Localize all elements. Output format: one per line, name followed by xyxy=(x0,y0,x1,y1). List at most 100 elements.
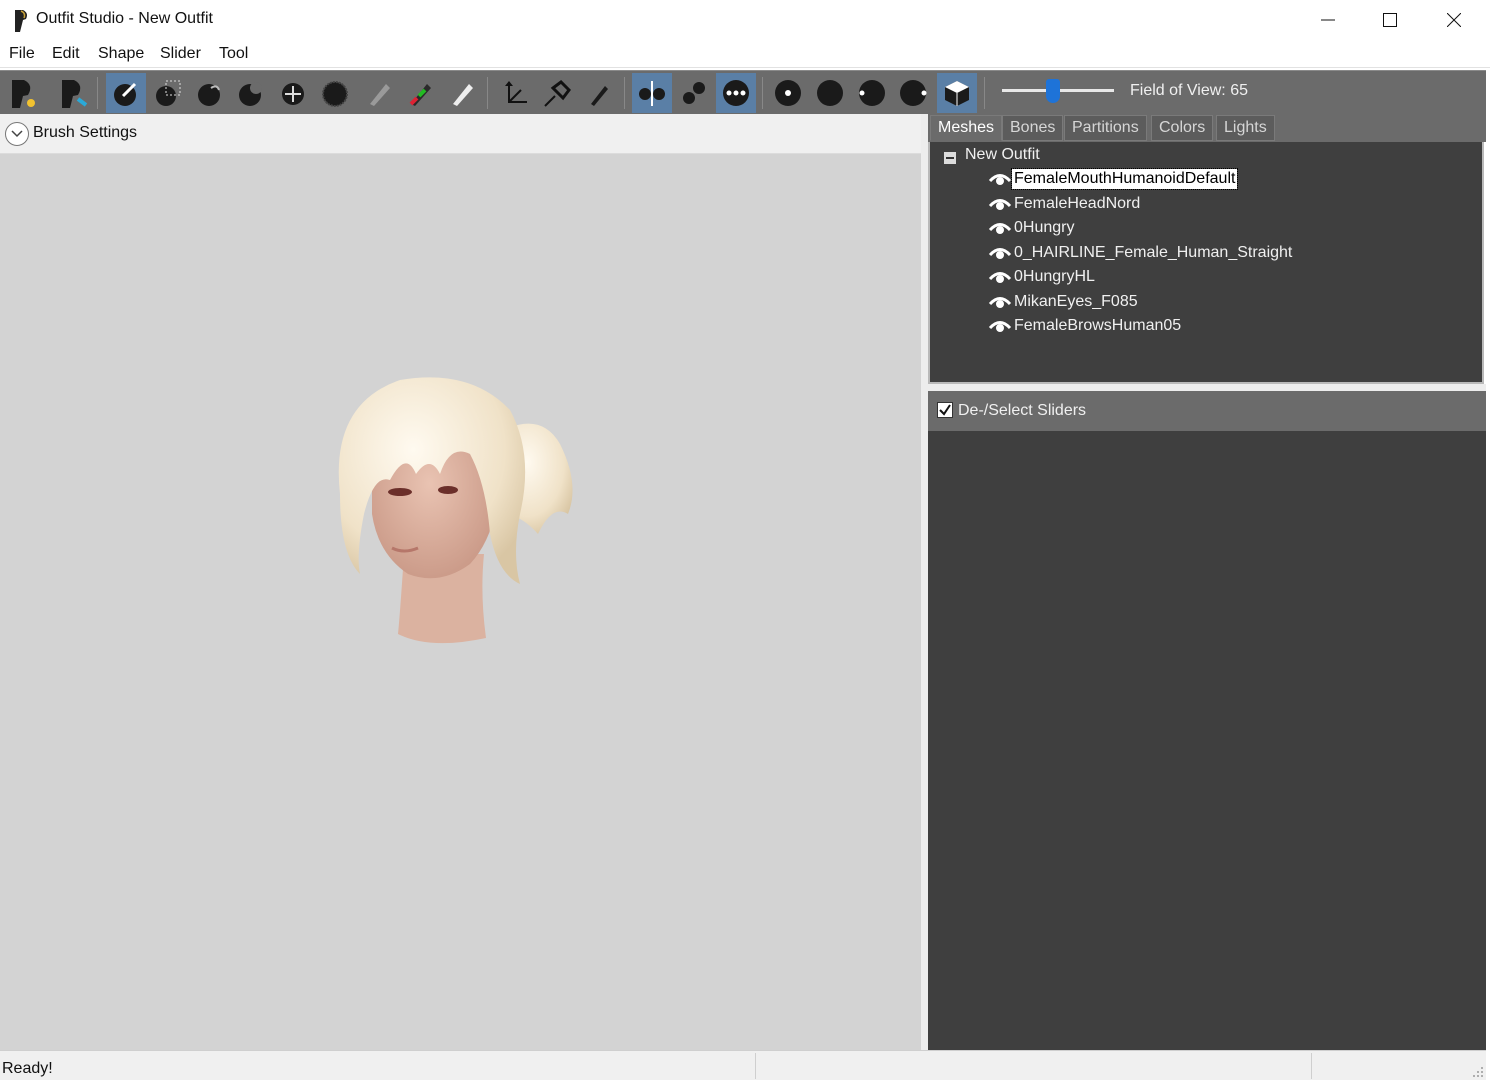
lighting-icon xyxy=(859,80,885,106)
brush-settings-label: Brush Settings xyxy=(33,124,138,141)
color-brush-button[interactable] xyxy=(400,73,440,113)
menu-bar: File Edit Shape Slider Tool xyxy=(0,40,1490,68)
select-brush-icon xyxy=(114,82,137,106)
menu-edit[interactable]: Edit xyxy=(52,45,80,63)
lighting-button[interactable] xyxy=(852,73,892,113)
field-of-view-slider-thumb[interactable] xyxy=(1046,79,1060,103)
smooth-brush-icon xyxy=(322,81,348,107)
select-brush-button[interactable] xyxy=(106,73,146,113)
3d-viewport[interactable] xyxy=(0,154,921,1050)
smooth-brush-button[interactable] xyxy=(315,73,355,113)
head-model xyxy=(338,377,573,644)
x-mirror-button[interactable] xyxy=(632,73,672,113)
move-brush-icon xyxy=(282,83,304,105)
tree-item-label: FemaleHeadNord xyxy=(1014,195,1141,212)
brush-settings-toggle[interactable] xyxy=(5,122,29,146)
maximize-icon xyxy=(1383,13,1397,27)
new-project-button[interactable] xyxy=(2,73,42,113)
status-bar: Ready! xyxy=(0,1050,1486,1080)
menu-tool[interactable]: Tool xyxy=(219,45,248,63)
inflate-brush-button[interactable] xyxy=(190,73,230,113)
view-cube-button[interactable] xyxy=(937,73,977,113)
alpha-brush-icon xyxy=(453,84,473,106)
move-brush-button[interactable] xyxy=(273,73,313,113)
field-of-view-label: Field of View: 65 xyxy=(1130,82,1248,99)
tab-meshes[interactable]: Meshes xyxy=(930,115,1003,141)
vertex-display-button[interactable] xyxy=(768,73,808,113)
toolbar xyxy=(0,70,1486,114)
slider-list[interactable] xyxy=(928,431,1486,1050)
tree-item-label: 0HungryHL xyxy=(1014,268,1095,285)
mask-brush-button[interactable] xyxy=(148,73,188,113)
checkmark-icon xyxy=(939,404,951,416)
texture-button[interactable] xyxy=(894,73,934,113)
tree-item-mesh[interactable]: MikanEyes_F085 xyxy=(988,291,1140,313)
mask-brush-icon xyxy=(156,80,181,106)
edit-weight-button[interactable] xyxy=(578,73,618,113)
menu-file[interactable]: File xyxy=(9,45,35,63)
mesh-tree[interactable]: New Outfit FemaleMouthHumanoidDefault Fe… xyxy=(928,142,1484,384)
wireframe-button[interactable] xyxy=(810,73,850,113)
wireframe-icon xyxy=(817,80,843,106)
deflate-brush-button[interactable] xyxy=(231,73,271,113)
view-cube-icon xyxy=(945,81,969,106)
minimize-button[interactable] xyxy=(1297,0,1359,40)
eye-icon[interactable] xyxy=(988,295,1012,309)
deflate-brush-icon xyxy=(239,82,262,106)
close-button[interactable] xyxy=(1423,0,1485,40)
menu-shape[interactable]: Shape xyxy=(98,45,144,63)
brush-settings-bar[interactable]: Brush Settings xyxy=(0,114,926,154)
outfit-studio-logo-icon xyxy=(15,10,27,32)
load-project-button[interactable] xyxy=(52,73,92,113)
tab-partitions[interactable]: Partitions xyxy=(1064,115,1147,141)
load-project-icon xyxy=(62,80,88,108)
tree-item-label: MikanEyes_F085 xyxy=(1014,293,1138,310)
menu-slider[interactable]: Slider xyxy=(160,45,201,63)
x-mirror-icon xyxy=(639,81,665,106)
tab-bones[interactable]: Bones xyxy=(1002,115,1064,141)
tree-item-label: 0_HAIRLINE_Female_Human_Straight xyxy=(1014,244,1293,261)
maximize-button[interactable] xyxy=(1359,0,1421,40)
tree-item-mesh[interactable]: FemaleBrowsHuman05 xyxy=(988,315,1183,337)
tab-colors[interactable]: Colors xyxy=(1151,115,1214,141)
inflate-brush-icon xyxy=(198,84,220,106)
transform-button[interactable] xyxy=(494,73,534,113)
undiff-brush-button[interactable] xyxy=(359,73,399,113)
select-sliders-label[interactable]: De-/Select Sliders xyxy=(958,402,1086,420)
select-sliders-checkbox[interactable] xyxy=(937,402,953,418)
eye-icon[interactable] xyxy=(988,221,1012,235)
resize-grip-icon[interactable] xyxy=(1470,1064,1484,1078)
chevron-down-icon xyxy=(11,130,23,138)
tree-item-label: 0Hungry xyxy=(1014,219,1075,236)
alpha-brush-button[interactable] xyxy=(442,73,482,113)
tree-item-mesh[interactable]: 0_HAIRLINE_Female_Human_Straight xyxy=(988,242,1294,264)
eye-icon[interactable] xyxy=(988,319,1012,333)
minimize-icon xyxy=(1321,19,1335,21)
texture-icon xyxy=(900,80,927,106)
pivot-button[interactable] xyxy=(536,73,576,113)
transform-icon xyxy=(505,81,527,103)
eye-icon[interactable] xyxy=(988,172,1012,186)
tree-item-mesh[interactable]: 0HungryHL xyxy=(988,266,1097,288)
panel-divider xyxy=(928,384,1486,391)
collapse-icon[interactable] xyxy=(944,152,956,164)
tree-item-mesh[interactable]: FemaleMouthHumanoidDefault xyxy=(988,168,1239,190)
eye-icon[interactable] xyxy=(988,197,1012,211)
eye-icon[interactable] xyxy=(988,270,1012,284)
tree-root-label[interactable]: New Outfit xyxy=(965,146,1040,164)
tree-item-mesh[interactable]: FemaleHeadNord xyxy=(988,193,1142,215)
window-title: Outfit Studio - New Outfit xyxy=(36,10,213,27)
tab-lights[interactable]: Lights xyxy=(1216,115,1275,141)
tree-item-mesh[interactable]: 0Hungry xyxy=(988,217,1076,239)
eye-icon[interactable] xyxy=(988,246,1012,260)
tree-item-label: FemaleBrowsHuman05 xyxy=(1014,317,1182,334)
panel-splitter[interactable] xyxy=(921,114,928,1050)
undiff-brush-icon xyxy=(370,84,390,106)
connected-only-button[interactable] xyxy=(674,73,714,113)
global-brush-button[interactable] xyxy=(716,73,756,113)
vertex-display-icon xyxy=(775,80,801,106)
global-brush-icon xyxy=(723,80,749,106)
connected-only-icon xyxy=(683,82,705,104)
color-brush-icon xyxy=(409,84,431,106)
close-icon xyxy=(1447,13,1461,27)
